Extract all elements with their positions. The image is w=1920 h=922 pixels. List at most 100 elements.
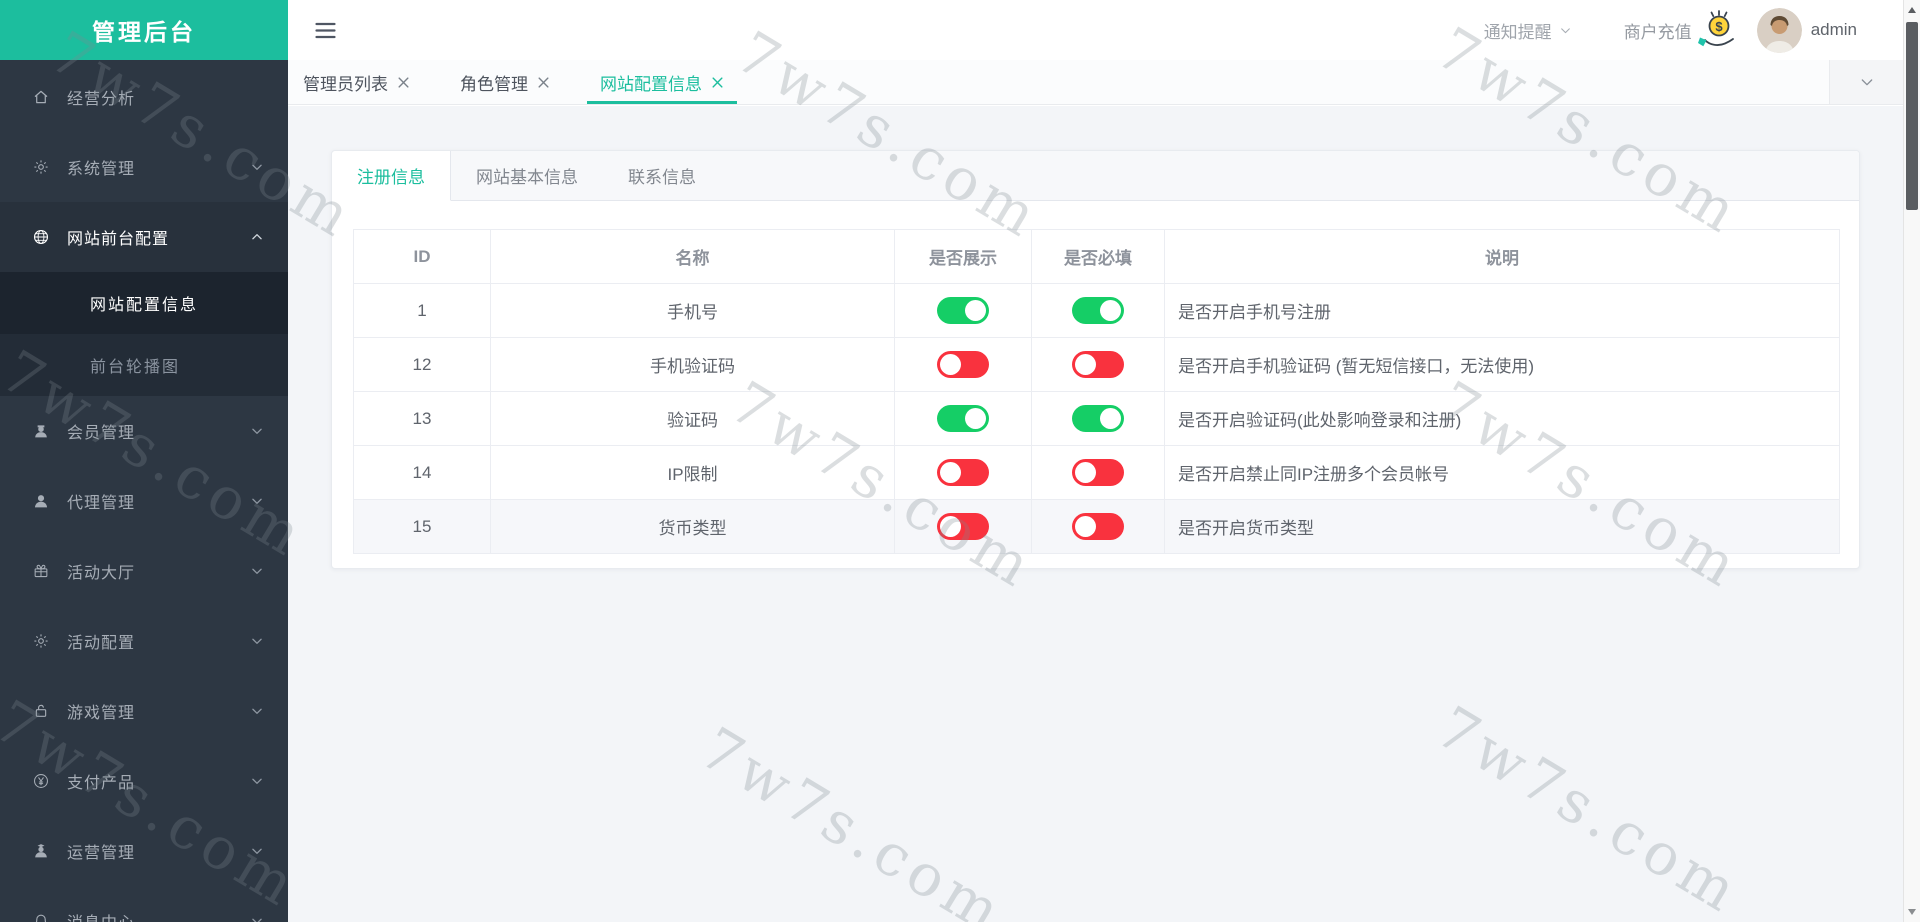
coin-hand-icon[interactable]: $ (1697, 9, 1740, 51)
tab-site-config[interactable]: 网站配置信息 (587, 60, 737, 104)
sidebar-item-site-config-info[interactable]: 网站配置信息 (0, 272, 288, 334)
cell-description: 是否开启货币类型 (1164, 499, 1840, 554)
cell-id: 13 (353, 391, 491, 446)
col-header-name: 名称 (490, 229, 895, 284)
sidebar-menu: 经营分析 系统管理 网站前台配置 网站配置信息 前台轮播图 会员管理 代理管理 … (0, 60, 288, 922)
sidebar-item-label: 代理管理 (67, 495, 136, 512)
required-toggle[interactable] (1072, 513, 1124, 540)
cell-name: 手机验证码 (490, 337, 895, 392)
sidebar-item-system-management[interactable]: 系统管理 (0, 132, 288, 202)
scroll-up-arrow[interactable] (1904, 1, 1920, 19)
sidebar-item-label: 活动大厅 (67, 565, 136, 582)
sidebar-item-payment-products[interactable]: 支付产品 (0, 746, 288, 816)
col-header-display: 是否展示 (894, 229, 1032, 284)
sidebar-item-label: 会员管理 (67, 425, 136, 442)
tab-contact-info[interactable]: 联系信息 (603, 151, 721, 200)
tab-admin-list[interactable]: 管理员列表 (290, 60, 423, 104)
required-toggle[interactable] (1072, 405, 1124, 432)
display-toggle[interactable] (937, 351, 989, 378)
sidebar-item-activity-config[interactable]: 活动配置 (0, 606, 288, 676)
sidebar-item-activity-hall[interactable]: 活动大厅 (0, 536, 288, 606)
display-toggle[interactable] (937, 459, 989, 486)
sidebar-item-member-management[interactable]: 会员管理 (0, 396, 288, 466)
sidebar-item-message-center[interactable]: 消息中心 (0, 886, 288, 922)
notification-label: 通知提醒 (1483, 22, 1552, 42)
close-icon[interactable] (711, 76, 724, 89)
sidebar-subitem-label: 前台轮播图 (90, 359, 181, 376)
required-toggle[interactable] (1072, 351, 1124, 378)
scrollbar (1903, 0, 1920, 922)
sidebar-item-operation-management[interactable]: 运营管理 (0, 816, 288, 886)
close-icon[interactable] (397, 76, 410, 89)
tabs-dropdown-button[interactable] (1829, 60, 1903, 104)
svg-text:$: $ (1715, 19, 1723, 34)
table-row: 1 手机号 是否开启手机号注册 (353, 283, 1840, 338)
sidebar-item-site-frontend-config[interactable]: 网站前台配置 (0, 202, 288, 272)
page-tabbar: 管理员列表 角色管理 网站配置信息 (288, 60, 1903, 105)
username-label[interactable]: admin (1811, 20, 1857, 40)
table-row: 13 验证码 是否开启验证码(此处影响登录和注册) (353, 391, 1840, 446)
merchant-recharge-label[interactable]: 商户充值 (1624, 18, 1692, 43)
tab-register-info[interactable]: 注册信息 (332, 151, 451, 201)
chevron-down-icon (250, 704, 264, 718)
cell-description: 是否开启手机验证码 (暂无短信接口，无法使用) (1164, 337, 1840, 392)
config-card: 注册信息 网站基本信息 联系信息 ID 名称 是否展示 是否必填 说明 1 手机… (331, 150, 1860, 569)
cell-name: IP限制 (490, 445, 895, 500)
bell-icon (32, 912, 50, 922)
sidebar-item-label: 系统管理 (67, 161, 136, 178)
scroll-down-arrow[interactable] (1904, 903, 1920, 921)
display-toggle[interactable] (937, 513, 989, 540)
display-toggle[interactable] (937, 405, 989, 432)
chevron-down-icon (1859, 74, 1875, 90)
sidebar-item-frontend-carousel[interactable]: 前台轮播图 (0, 334, 288, 396)
top-header: 通知提醒 商户充值 $ admin (288, 0, 1903, 60)
sidebar-item-label: 支付产品 (67, 775, 136, 792)
notification-dropdown[interactable]: 通知提醒 (1484, 18, 1572, 43)
tab-site-basic-info[interactable]: 网站基本信息 (451, 151, 603, 200)
home-icon (32, 88, 50, 106)
chevron-down-icon (250, 914, 264, 922)
tab-label: 管理员列表 (303, 74, 388, 94)
cell-id: 1 (353, 283, 491, 338)
display-toggle[interactable] (937, 297, 989, 324)
col-header-required: 是否必填 (1031, 229, 1165, 284)
sidebar-item-business-analysis[interactable]: 经营分析 (0, 62, 288, 132)
card-tabs: 注册信息 网站基本信息 联系信息 (332, 151, 1859, 201)
yen-icon (32, 772, 50, 790)
avatar[interactable] (1756, 7, 1802, 53)
sidebar-item-game-management[interactable]: 游戏管理 (0, 676, 288, 746)
gear-icon (32, 158, 50, 176)
required-toggle[interactable] (1072, 459, 1124, 486)
chevron-down-icon (1559, 24, 1572, 37)
cell-description: 是否开启禁止同IP注册多个会员帐号 (1164, 445, 1840, 500)
sidebar: 管理后台 经营分析 系统管理 网站前台配置 网站配置信息 前台轮播图 会员管理 … (0, 0, 288, 922)
sidebar-item-agent-management[interactable]: 代理管理 (0, 466, 288, 536)
col-header-id: ID (353, 229, 491, 284)
sidebar-item-label: 网站前台配置 (67, 231, 170, 248)
chevron-down-icon (250, 424, 264, 438)
sidebar-item-label: 经营分析 (67, 91, 136, 108)
table-row: 14 IP限制 是否开启禁止同IP注册多个会员帐号 (353, 445, 1840, 500)
sidebar-item-label: 运营管理 (67, 845, 136, 862)
chevron-down-icon (250, 564, 264, 578)
close-icon[interactable] (537, 76, 550, 89)
cell-description: 是否开启验证码(此处影响登录和注册) (1164, 391, 1840, 446)
tab-role-management[interactable]: 角色管理 (447, 60, 563, 104)
gear-icon (32, 632, 50, 650)
chevron-down-icon (250, 160, 264, 174)
chevron-down-icon (250, 494, 264, 508)
gift-icon (32, 562, 50, 580)
globe-icon (32, 228, 50, 246)
cell-name: 货币类型 (490, 499, 895, 554)
menu-collapse-icon[interactable] (315, 22, 336, 39)
sidebar-item-label: 游戏管理 (67, 705, 136, 722)
sidebar-subitem-label: 网站配置信息 (90, 297, 199, 314)
scrollbar-thumb[interactable] (1906, 22, 1918, 210)
cell-id: 14 (353, 445, 491, 500)
cell-description: 是否开启手机号注册 (1164, 283, 1840, 338)
col-header-description: 说明 (1164, 229, 1840, 284)
cell-name: 手机号 (490, 283, 895, 338)
config-table: ID 名称 是否展示 是否必填 说明 1 手机号 是否开启手机号注册 12 手机… (353, 229, 1840, 554)
app-logo: 管理后台 (0, 0, 288, 60)
required-toggle[interactable] (1072, 297, 1124, 324)
